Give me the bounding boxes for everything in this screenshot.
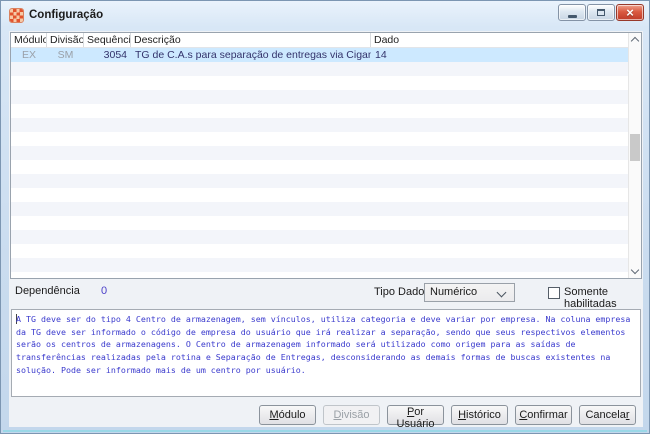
config-grid: MóduloDivisãoSequênciaDescriçãoDado EX SM… — [10, 32, 642, 279]
grid-row-selected[interactable]: EX SM 3054 TG de C.A.s para separação de en… — [11, 48, 628, 62]
button-modulo[interactable]: Módulo — [259, 405, 316, 425]
scrollbar-thumb[interactable] — [630, 134, 640, 161]
column-header-descricao[interactable]: Descrição — [131, 33, 371, 47]
maximize-icon — [597, 9, 605, 16]
configuracao-window: Configuração × MóduloDivisãoSequênciaDes… — [0, 0, 650, 434]
grid-header: MóduloDivisãoSequênciaDescriçãoDado — [11, 33, 628, 48]
titlebar[interactable]: Configuração × — [1, 1, 649, 31]
dependencia-label: Dependência — [15, 285, 80, 297]
memo-text: A TG deve ser do tipo 4 Centro de armaze… — [16, 314, 631, 375]
scroll-down-button[interactable] — [629, 264, 641, 278]
tipo-dado-label: Tipo Dado — [374, 286, 425, 298]
maximize-button[interactable] — [587, 4, 615, 21]
button-cancelar[interactable]: Cancelar — [579, 405, 636, 425]
chevron-up-icon — [630, 36, 640, 46]
chevron-down-icon — [630, 265, 640, 275]
button-row: Módulo Divisão Por Usuário Histórico Confirm… — [259, 405, 636, 430]
somente-habilitadas-checkbox[interactable] — [548, 287, 560, 299]
minimize-button[interactable] — [558, 4, 586, 21]
column-header-sequencia[interactable]: Sequência — [84, 33, 131, 47]
window-title: Configuração — [29, 9, 104, 21]
button-confirmar[interactable]: Confirmar — [515, 405, 572, 425]
button-por-usuario[interactable]: Por Usuário — [387, 405, 444, 430]
cell-dado: 14 — [375, 49, 387, 61]
button-divisao[interactable]: Divisão — [323, 405, 380, 425]
cell-descricao: TG de C.A.s para separação de entregas v… — [135, 49, 371, 61]
tipo-dado-selected-value: Numérico — [430, 286, 478, 298]
description-memo[interactable]: A TG deve ser do tipo 4 Centro de armaze… — [11, 309, 641, 397]
grid-empty-rows — [11, 62, 628, 278]
column-header-modulo[interactable]: Módulo — [11, 33, 47, 47]
grid-body: EX SM 3054 TG de C.A.s para separação de en… — [11, 48, 628, 278]
scroll-up-button[interactable] — [629, 33, 641, 47]
cell-sequencia: 3054 — [103, 49, 127, 61]
cell-modulo: EX — [21, 49, 36, 61]
column-header-dado[interactable]: Dado — [371, 33, 628, 47]
dependencia-value: 0 — [101, 285, 108, 297]
cell-divisao: SM — [57, 49, 74, 61]
dialog-client-area: MóduloDivisãoSequênciaDescriçãoDado EXSM… — [9, 31, 643, 430]
vertical-scrollbar[interactable] — [628, 33, 641, 278]
window-controls: × — [558, 4, 644, 21]
minimize-icon — [567, 14, 577, 18]
app-logo-icon — [9, 8, 24, 23]
tipo-dado-combobox[interactable]: Numérico — [424, 283, 515, 302]
chevron-down-icon — [496, 287, 507, 298]
column-header-divisao[interactable]: Divisão — [47, 33, 84, 47]
close-button[interactable]: × — [616, 4, 644, 21]
somente-habilitadas-label[interactable]: Somente habilitadas — [564, 286, 643, 310]
button-historico[interactable]: Histórico — [451, 405, 508, 425]
close-icon: × — [626, 5, 634, 20]
